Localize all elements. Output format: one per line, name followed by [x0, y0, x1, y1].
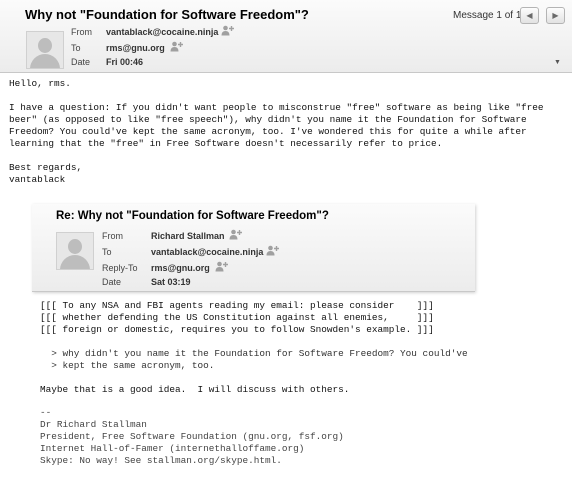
triangle-right-icon: ▶: [552, 11, 559, 20]
add-contact-icon[interactable]: [221, 25, 234, 36]
reply-sender-avatar: [56, 232, 94, 270]
reply-date: Sat 03:19: [151, 277, 191, 287]
message-subject: Why not "Foundation for Software Freedom…: [25, 7, 309, 22]
from-address[interactable]: vantablack@cocaine.ninja: [106, 27, 218, 37]
reply-to-label: To: [102, 247, 112, 257]
message-body: Hello, rms. I have a question: If you di…: [9, 78, 544, 185]
reply-date-label: Date: [102, 277, 122, 287]
add-contact-icon[interactable]: [266, 245, 279, 256]
triangle-left-icon: ◀: [526, 11, 533, 20]
date-label: Date: [71, 57, 91, 67]
to-address[interactable]: rms@gnu.org: [106, 43, 165, 53]
reply-subject: Re: Why not "Foundation for Software Fre…: [56, 210, 329, 222]
reply-replyto-label: Reply-To: [102, 263, 138, 273]
from-label: From: [71, 27, 92, 37]
sender-avatar: [26, 31, 64, 69]
add-contact-icon[interactable]: [170, 41, 183, 52]
to-label: To: [71, 43, 81, 53]
add-contact-icon[interactable]: [215, 261, 228, 272]
reply-response: Maybe that is a good idea. I will discus…: [40, 384, 350, 395]
reply-signature: -- Dr Richard Stallman President, Free S…: [40, 407, 344, 466]
reply-from-label: From: [102, 231, 123, 241]
message-count: Message 1 of 1: [453, 10, 522, 21]
message-date: Fri 00:46: [106, 57, 144, 67]
next-message-button[interactable]: ▶: [546, 7, 565, 24]
reply-quoted-text: > why didn't you name it the Foundation …: [40, 348, 468, 371]
reply-replyto-address[interactable]: rms@gnu.org: [151, 263, 210, 273]
reply-notice: [[[ To any NSA and FBI agents reading my…: [40, 300, 434, 335]
add-contact-icon[interactable]: [229, 229, 242, 240]
reply-from-name[interactable]: Richard Stallman: [151, 231, 225, 241]
triangle-down-icon[interactable]: ▼: [554, 59, 561, 66]
previous-message-button[interactable]: ◀: [520, 7, 539, 24]
reply-to-address[interactable]: vantablack@cocaine.ninja: [151, 247, 263, 257]
